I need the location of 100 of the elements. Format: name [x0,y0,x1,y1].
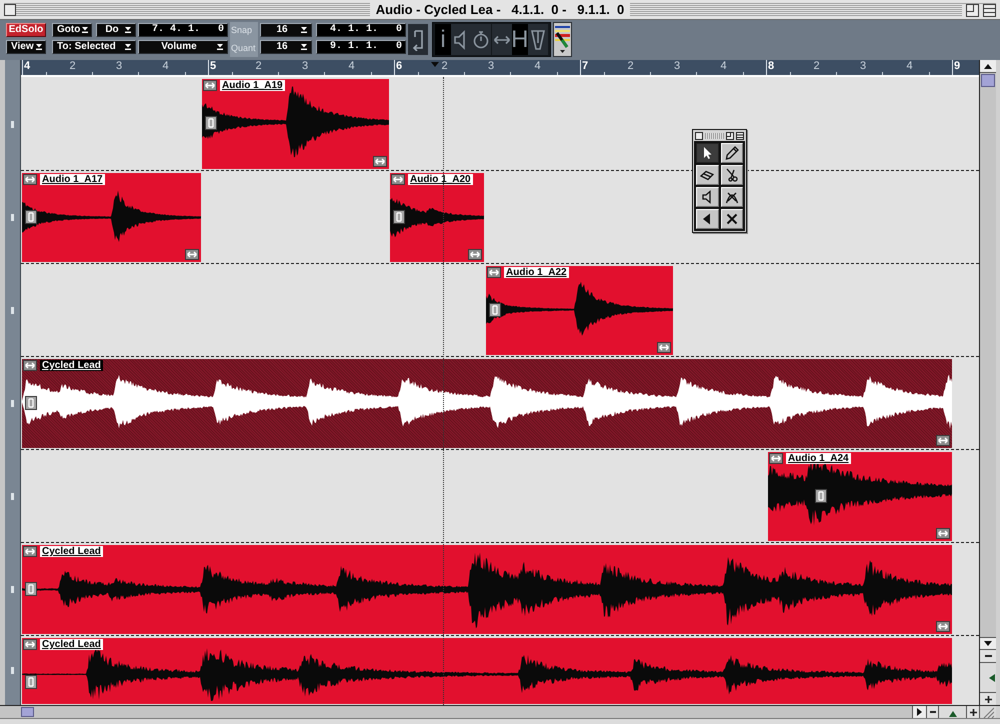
dropdown-caret-icon [125,44,131,50]
view-toggle-button[interactable] [492,24,512,55]
zoom-pointer-icon[interactable] [989,674,995,682]
position-field[interactable]: 7. 4. 1. 0 [138,23,228,37]
zoom-pointer-icon[interactable] [948,711,956,717]
bar-number: 6 [396,60,402,73]
clip-handle-icon[interactable] [25,396,37,410]
funnel-icon [528,28,547,52]
double-arrow-icon [769,453,783,464]
beat-number: 3 [302,60,308,73]
zoom-box-icon [966,4,979,16]
audio-clip[interactable]: Cycled Lead [22,359,952,448]
clip-handle-icon[interactable] [205,116,217,130]
target-dropdown[interactable]: To: Selected [52,40,136,54]
controller-dropdown[interactable]: Volume [138,40,228,54]
dropdown-caret-icon [82,27,88,33]
clip-handle-icon[interactable] [815,489,827,503]
audio-clip[interactable]: Cycled Lead [22,638,952,704]
audio-clip[interactable]: Audio 1_A22 [486,266,673,355]
tool-button[interactable] [696,143,718,163]
quant-label: Quant [231,44,256,53]
right-locator-field[interactable]: 9. 1. 1. 0 [316,40,406,54]
snap-dropdown[interactable]: 16 [260,23,312,37]
clip-handle-icon[interactable] [489,303,501,317]
view-toggle-button[interactable] [528,24,548,55]
beat-number: 3 [488,60,494,73]
double-arrow-icon [185,249,199,260]
view-toggle-button[interactable] [451,24,472,55]
scroll-up-button[interactable] [980,60,996,73]
view-toggle-button[interactable]: H [512,24,528,55]
clip-handle-icon[interactable] [25,582,37,596]
zoom-box-icon [726,132,734,140]
dropdown-caret-icon [301,27,307,33]
lane-marker-icon [11,307,14,314]
scroll-thumb[interactable] [981,74,995,87]
cycle-arrow-icon [412,28,424,50]
lane-marker-icon [11,120,14,128]
zoom-out-button[interactable] [926,706,938,718]
double-arrow-icon [468,249,482,260]
view-toggle-button[interactable] [471,24,492,55]
audio-clip[interactable]: Audio 1_A20 [390,173,484,262]
palette-zoom-button[interactable] [726,132,734,140]
double-arrow-icon [936,528,950,539]
quantize-dropdown[interactable]: 16 [260,40,312,54]
beat-number: 2 [70,60,76,73]
palette-close-button[interactable] [695,132,703,140]
beat-number: 4 [348,60,355,73]
up-triangle-icon [984,64,992,68]
audio-clip[interactable]: Audio 1_A17 [22,173,201,262]
playhead-marker-icon [431,62,439,67]
dropdown-caret-icon [125,27,131,33]
lane-marker-icon [11,667,14,674]
cross-icon [724,212,739,226]
horizontal-scrollbar[interactable] [0,706,912,718]
beat-number: 4 [534,60,541,73]
collapse-button[interactable] [983,4,996,16]
bar-number: 4 [24,60,30,73]
color-button[interactable] [553,22,572,57]
cycle-button[interactable] [408,24,428,55]
double-arrow-icon [23,360,37,371]
plus-icon [984,696,992,702]
edit-solo-button[interactable]: EdSolo [6,23,46,37]
view-dropdown[interactable]: View [6,40,46,54]
zoom-in-button[interactable] [980,692,996,705]
palette-collapse-button[interactable] [736,132,744,140]
scroll-down-button[interactable] [980,637,996,649]
clip-name: Cycled Lead [40,546,103,557]
right-triangle-icon [917,708,922,716]
do-dropdown[interactable]: Do [96,23,136,37]
left-locator-field[interactable]: 4. 1. 1. 0 [316,23,406,37]
minus-icon [984,655,992,657]
double-arrow-icon [657,342,671,353]
zoom-in-button[interactable] [966,706,979,718]
scroll-right-button[interactable] [912,706,926,718]
clip-handle-icon[interactable] [25,675,37,689]
clip-name: Audio 1_A22 [504,267,569,278]
zoom-out-button[interactable] [980,649,996,662]
vertical-zoom-slider[interactable] [980,662,996,692]
close-button[interactable] [4,4,16,16]
eraser-icon [700,168,714,182]
scroll-thumb[interactable] [21,707,34,717]
audio-clip[interactable]: Audio 1_A19 [202,79,389,169]
double-arrow-icon [23,174,37,185]
clip-name: Audio 1_A20 [408,174,473,185]
double-arrow-icon [203,80,217,91]
goto-dropdown[interactable]: Goto [52,23,92,37]
beat-number: 2 [814,60,820,73]
palette-drag-grip[interactable] [705,132,724,138]
clip-handle-icon[interactable] [393,210,405,224]
clip-name: Audio 1_A17 [40,174,105,185]
audio-clip[interactable]: Cycled Lead [22,545,952,634]
resize-grip[interactable] [979,706,996,718]
horizontal-zoom-slider[interactable] [938,706,966,718]
clip-handle-icon[interactable] [25,210,37,224]
snap-label: Snap [231,26,252,36]
clip-name: Audio 1_A19 [220,80,285,91]
scissors-icon [724,168,739,182]
audio-clip[interactable]: Audio 1_A24 [768,452,952,541]
zoom-button[interactable] [966,4,979,16]
view-toggle-button[interactable]: i [435,24,451,55]
